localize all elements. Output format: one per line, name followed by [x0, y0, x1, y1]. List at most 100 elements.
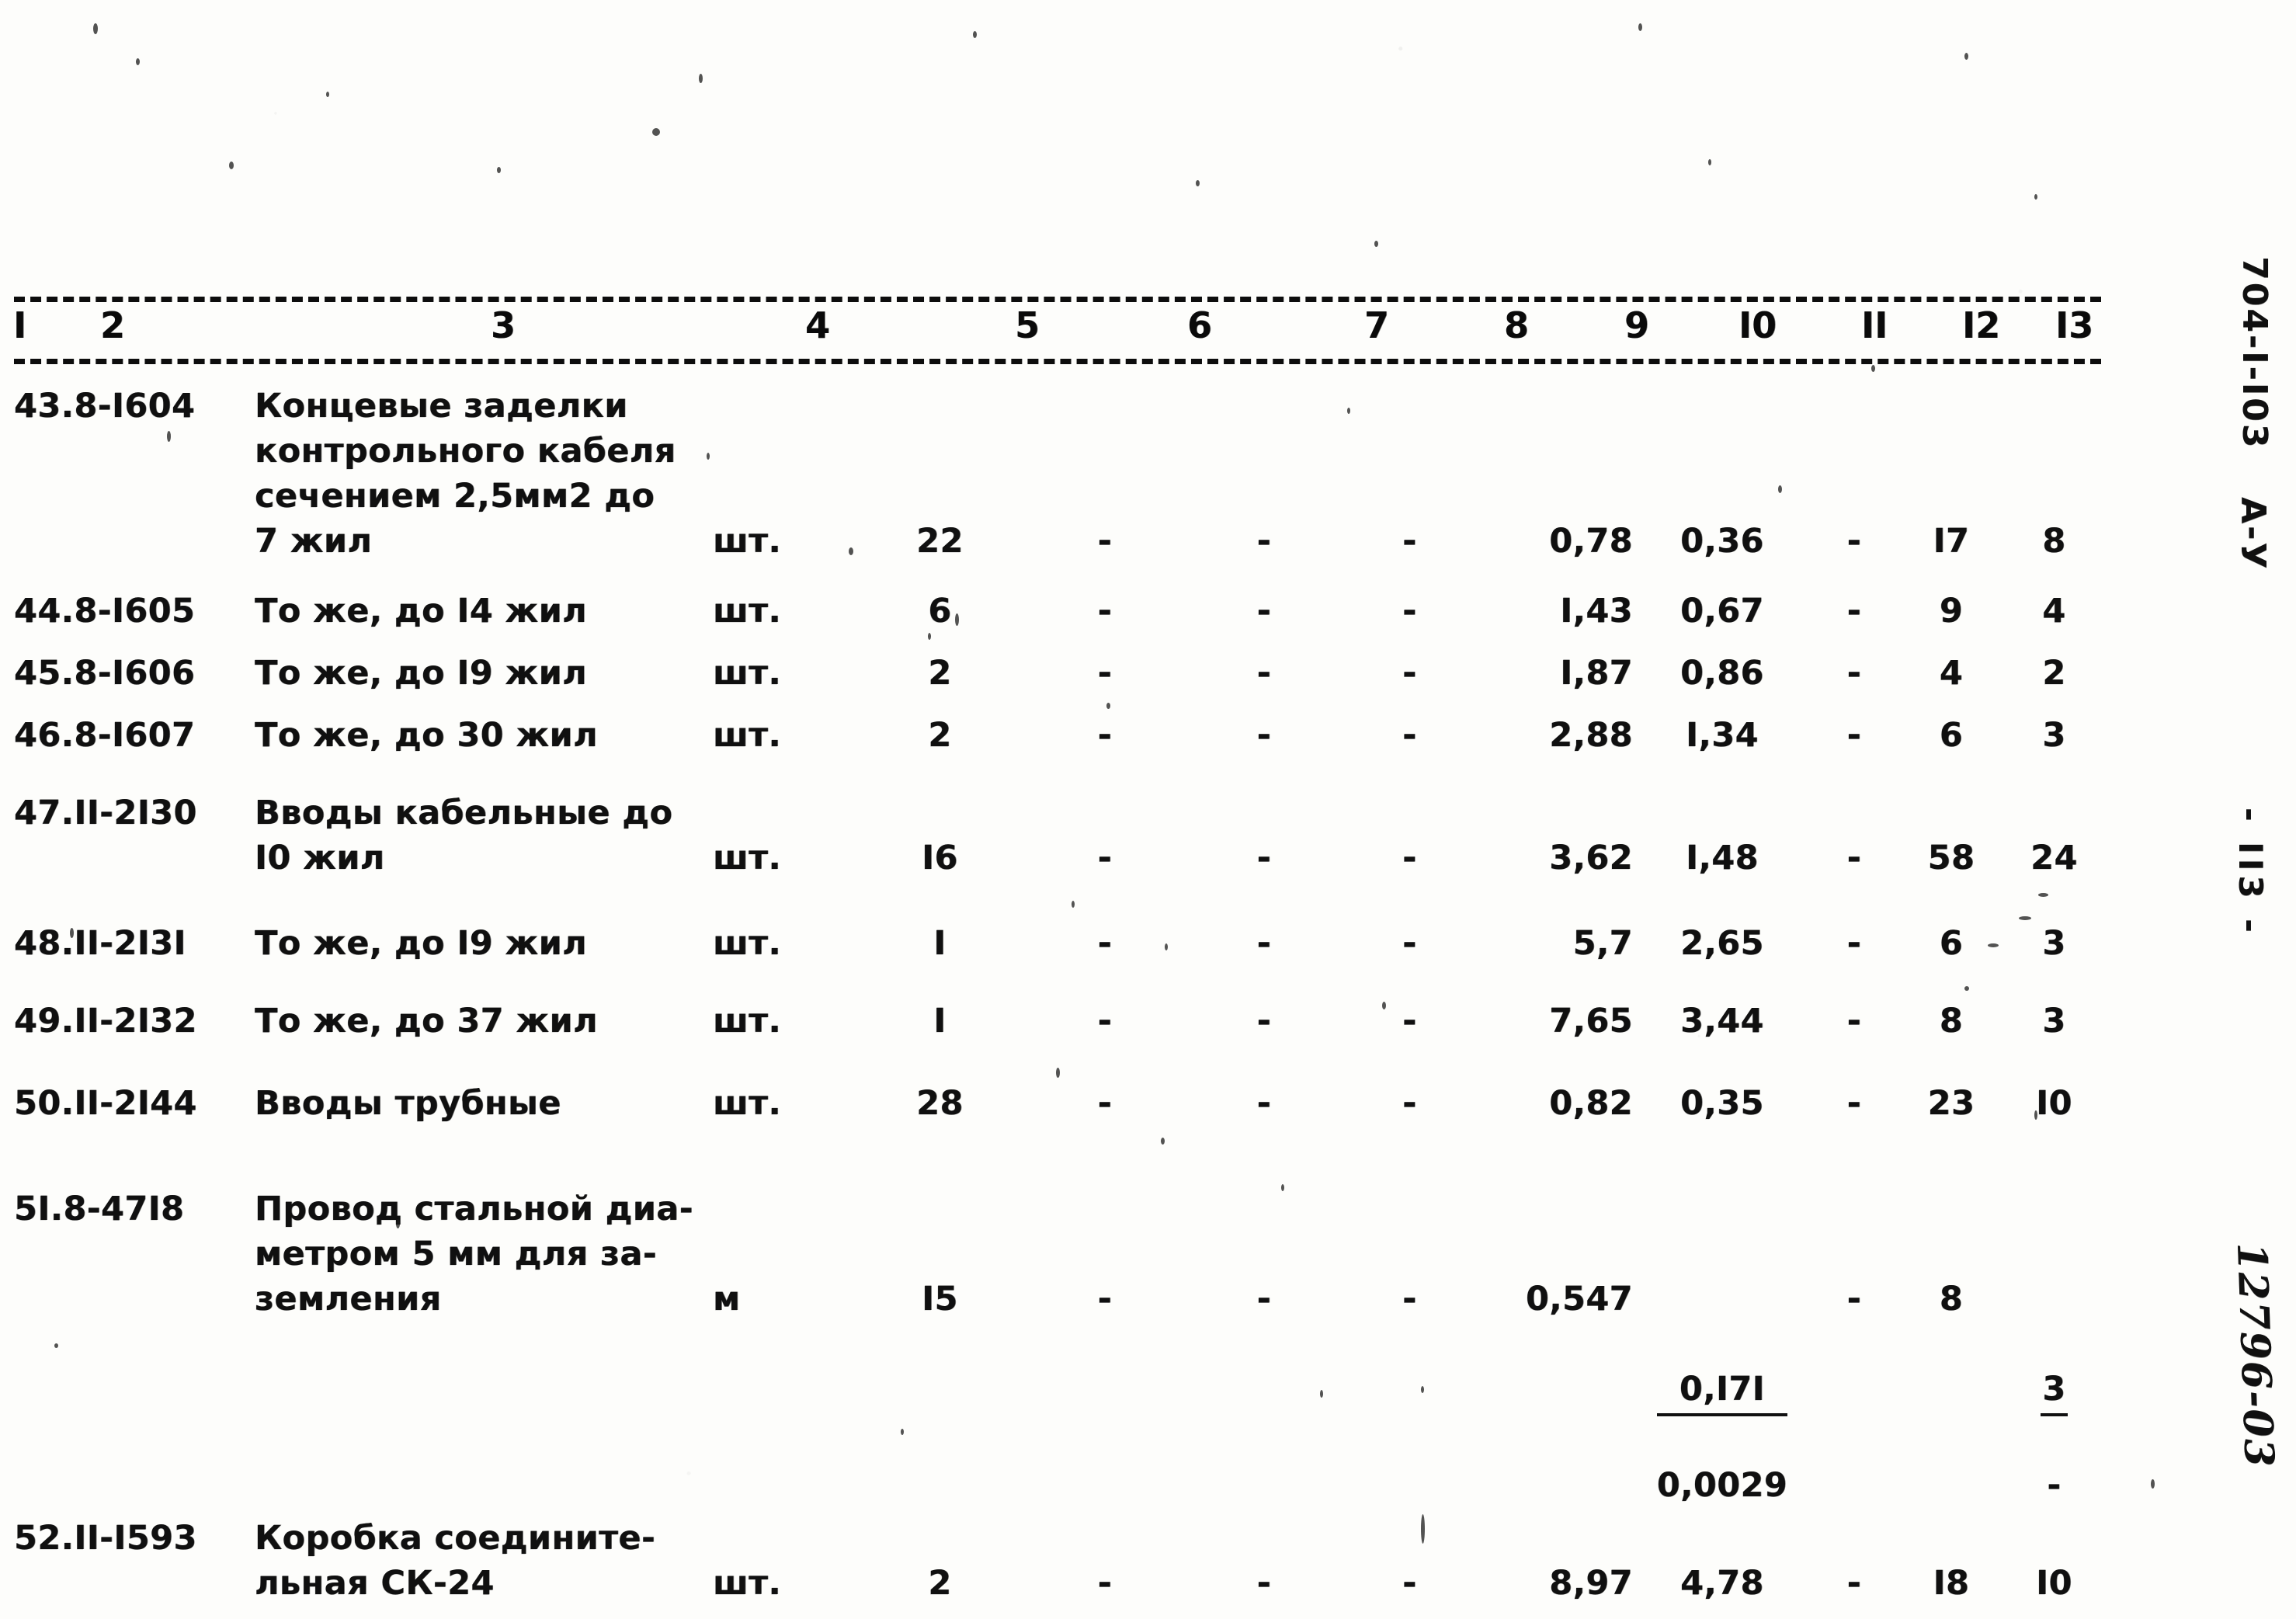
row-unit: шт. — [713, 924, 782, 963]
scan-speckle — [1964, 53, 1968, 60]
row-col10: I,34 — [1686, 716, 1759, 755]
scan-speckle — [93, 23, 98, 34]
row-col12: I7 — [1933, 522, 1970, 561]
row-col10: 0,67 — [1680, 592, 1764, 631]
row-col11: - — [1846, 923, 1862, 963]
scan-speckle — [1871, 365, 1875, 372]
row-description: Вводы трубные — [255, 1084, 561, 1123]
row-col12: 8 — [1939, 1280, 1964, 1318]
row-code: 48.II-2I3I — [14, 924, 186, 963]
row-col7: - — [1256, 923, 1272, 963]
scan-speckle — [70, 928, 74, 938]
row-quantity: 28 — [916, 1084, 964, 1123]
scan-speckle — [1056, 1068, 1060, 1078]
scan-speckle — [54, 1343, 58, 1348]
scan-speckle — [1347, 408, 1350, 414]
scan-speckle — [928, 633, 931, 640]
row-col6: - — [1097, 1563, 1113, 1603]
scan-speckle — [167, 431, 171, 442]
table-header-top-rule — [14, 297, 2101, 302]
row-quantity: 22 — [916, 522, 964, 561]
column-number-13: I3 — [2050, 307, 2100, 343]
scan-speckle — [955, 613, 959, 626]
fraction-numerator: 0,I7I — [1656, 1367, 1788, 1416]
row-col10-fraction: 0,I7I 0,0029 — [1633, 1277, 1811, 1553]
row-description: Вводы кабельные до I0 жил — [255, 794, 673, 877]
row-col10: 2,65 — [1680, 924, 1764, 963]
column-number-2: 2 — [95, 307, 131, 343]
table-row: 50.II-2I44 Вводы трубные шт. 28 - - - 0,… — [0, 1081, 2143, 1126]
column-number-10: I0 — [1733, 307, 1783, 343]
row-col8: - — [1402, 1279, 1417, 1318]
row-description: То же, до 37 жил — [255, 1002, 598, 1041]
row-description: То же, до I4 жил — [255, 592, 588, 631]
scan-speckle — [326, 92, 329, 97]
row-col13: 4 — [2042, 592, 2066, 631]
column-number-9: 9 — [1619, 307, 1655, 343]
column-number-12: I2 — [1957, 307, 2006, 343]
row-col11: - — [1846, 1563, 1862, 1603]
row-col8: - — [1402, 1083, 1417, 1123]
row-code: 49.II-2I32 — [14, 1002, 197, 1041]
row-quantity: 2 — [928, 1564, 952, 1603]
row-description: То же, до I9 жил — [255, 924, 588, 963]
row-description: Концевые заделки контрольного кабеля сеч… — [255, 387, 676, 561]
scan-speckle — [1778, 485, 1782, 493]
row-col13: 3 — [2042, 1002, 2066, 1041]
scan-speckle — [136, 58, 140, 65]
fraction-numerator: 3 — [2041, 1367, 2068, 1416]
scan-speckle — [1106, 703, 1110, 709]
row-col9: I,87 — [1560, 654, 1633, 693]
scan-speckle — [1638, 23, 1642, 31]
row-col9: 0,547 — [1525, 1280, 1633, 1318]
row-col8: - — [1402, 653, 1417, 693]
column-number-8: 8 — [1499, 307, 1535, 343]
row-unit: м — [713, 1280, 741, 1318]
row-quantity: I5 — [922, 1280, 958, 1318]
scan-speckle — [1382, 1002, 1386, 1009]
specification-table-body: 43.8-I604 Концевые заделки контрольного … — [0, 380, 2143, 1606]
scan-speckle — [1320, 1390, 1323, 1398]
fraction-denominator: 0,0029 — [1656, 1466, 1788, 1505]
row-quantity: I — [933, 924, 947, 963]
row-col6: - — [1097, 653, 1113, 693]
row-col6: - — [1097, 591, 1113, 631]
row-col13: 8 — [2042, 522, 2066, 561]
scan-speckle — [699, 74, 703, 83]
row-col13: 24 — [2030, 839, 2078, 877]
fraction-denominator: - — [2047, 1466, 2062, 1505]
row-unit: шт. — [713, 1564, 782, 1603]
row-col7: - — [1256, 838, 1272, 877]
row-col6: - — [1097, 923, 1113, 963]
row-description: То же, до I9 жил — [255, 654, 588, 693]
row-col11: - — [1846, 653, 1862, 693]
row-col9: I,43 — [1560, 592, 1633, 631]
row-col12: 4 — [1939, 654, 1964, 693]
row-col7: - — [1256, 715, 1272, 755]
row-description: Провод стальной диа- метром 5 мм для за-… — [255, 1190, 693, 1318]
table-row: 49.II-2I32 То же, до 37 жил шт. I - - - … — [0, 999, 2143, 1044]
table-row: 44.8-I605 То же, до I4 жил шт. 6 - - - I… — [0, 589, 2143, 634]
row-col13: 2 — [2042, 654, 2066, 693]
row-col11: - — [1846, 591, 1862, 631]
row-col10: 0,86 — [1680, 654, 1764, 693]
row-col6: - — [1097, 1083, 1113, 1123]
scan-speckle — [229, 162, 234, 169]
row-col10: 0,36 — [1680, 522, 1764, 561]
row-description: То же, до 30 жил — [255, 716, 598, 755]
scan-speckle — [1421, 1386, 1424, 1393]
column-number-3: 3 — [485, 307, 522, 343]
row-col6: - — [1097, 715, 1113, 755]
row-quantity: I6 — [922, 839, 958, 877]
row-col9: 0,78 — [1549, 522, 1633, 561]
scan-speckle — [901, 1429, 904, 1435]
row-col8: - — [1402, 521, 1417, 561]
row-unit: шт. — [713, 716, 782, 755]
table-row: 52.II-I593 Коробка соедините- льная СК-2… — [0, 1516, 2143, 1606]
table-row: 43.8-I604 Концевые заделки контрольного … — [0, 384, 2143, 564]
scan-speckle — [1374, 241, 1378, 247]
row-code: 46.8-I607 — [14, 716, 196, 755]
row-col11: - — [1846, 838, 1862, 877]
row-code: 45.8-I606 — [14, 654, 196, 693]
row-col12: I8 — [1933, 1564, 1970, 1603]
